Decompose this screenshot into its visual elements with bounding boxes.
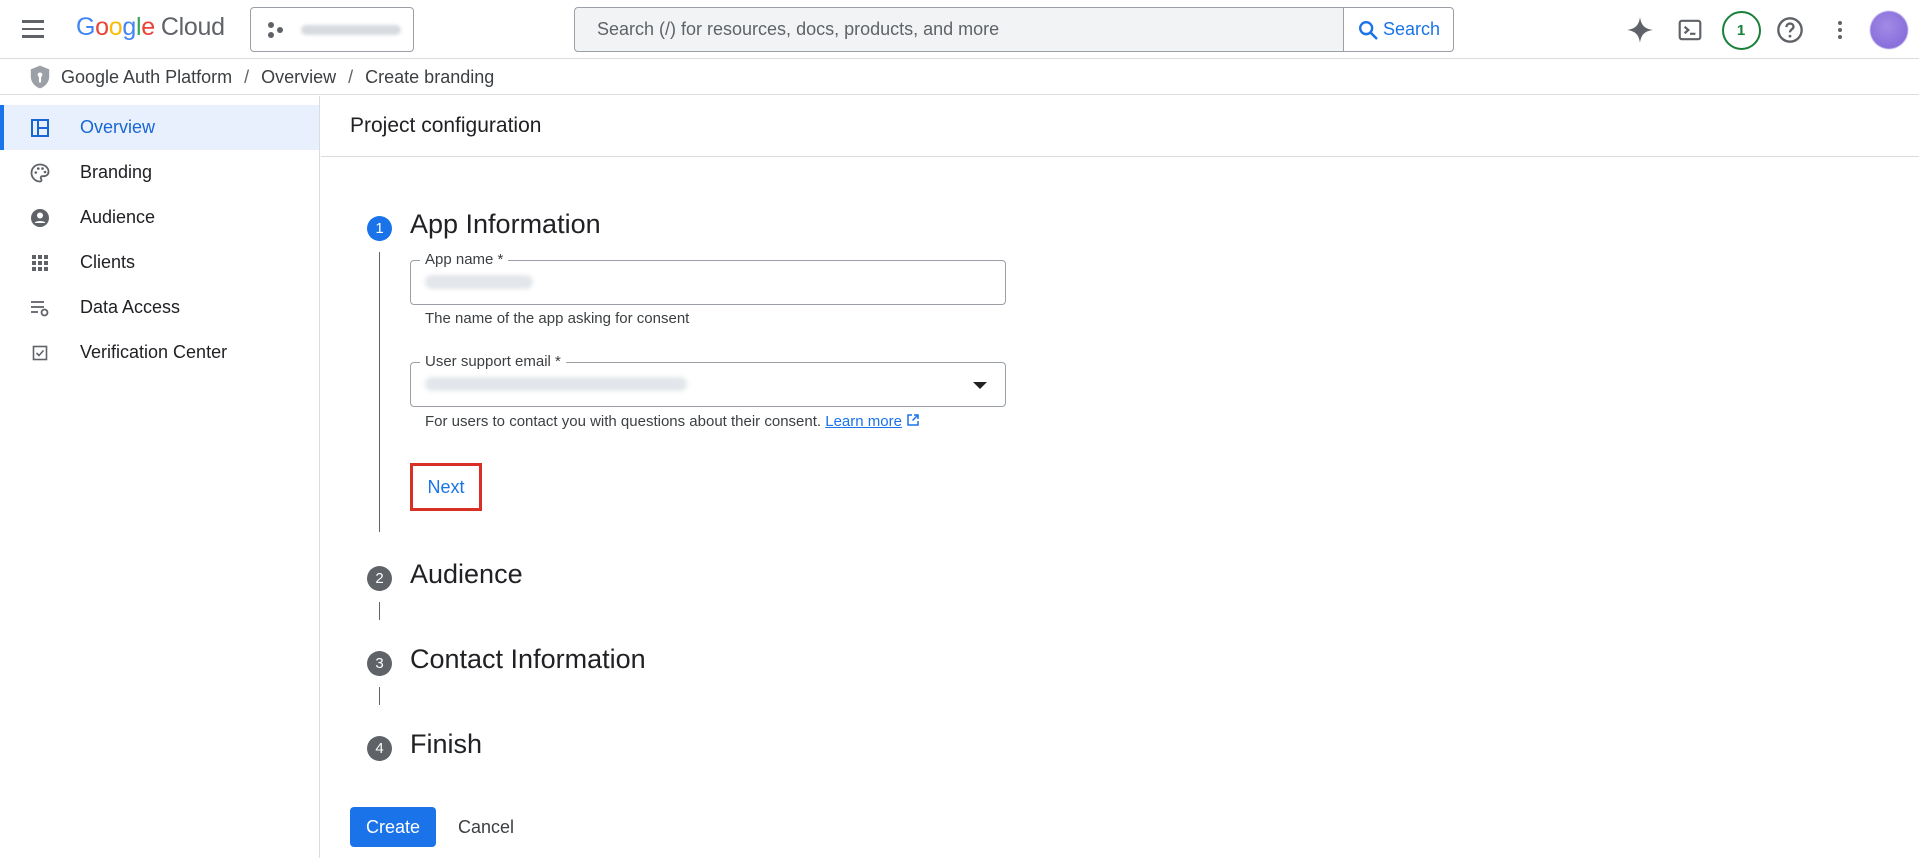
google-cloud-logo[interactable]: Google Cloud [76,13,225,42]
step-2-connector [379,602,380,620]
sidebar-item-overview[interactable]: Overview [0,105,319,150]
search-input[interactable] [575,8,1343,51]
step-4-number: 4 [367,736,392,761]
search-bar: Search [574,7,1454,52]
step-1-number: 1 [367,216,392,241]
data-access-list-icon [29,297,51,319]
project-picker-button[interactable] [250,7,414,52]
app-name-hint: The name of the app asking for consent [425,310,690,327]
external-link-icon [907,414,919,426]
apps-grid-icon [29,252,51,274]
project-dots-icon [267,21,285,39]
cloud-shell-terminal-icon[interactable] [1670,10,1710,50]
breadcrumb: Google Auth Platform / Overview / Create… [0,60,1919,95]
user-support-email-value-redacted [425,377,687,391]
learn-more-label: Learn more [825,413,902,430]
checkbox-icon [29,342,51,364]
breadcrumb-google-auth-platform[interactable]: Google Auth Platform [61,67,232,88]
notifications-badge[interactable]: 1 [1720,10,1762,50]
step-3-label[interactable]: Contact Information [410,644,646,675]
menu-icon[interactable] [20,14,50,44]
palette-icon [29,162,51,184]
breadcrumb-create-branding: Create branding [365,66,495,87]
cancel-button[interactable]: Cancel [451,807,521,847]
sidebar-item-audience[interactable]: Audience [0,195,319,240]
main-content: Project configuration 1 App Information … [321,96,1919,858]
step-3-number: 3 [367,651,392,676]
sidebar-item-label: Audience [80,207,156,227]
account-circle-icon [29,207,51,229]
sidebar-item-label: Data Access [80,297,181,317]
user-support-email-label: User support email * [420,353,566,370]
title-divider [321,156,1919,157]
step-3-connector [379,687,380,705]
avatar[interactable] [1868,10,1910,50]
security-shield-icon [30,65,50,89]
avatar-image [1870,11,1908,49]
user-support-email-hint: For users to contact you with questions … [425,413,920,430]
top-app-bar: GoogleCloud Search 1 [0,0,1919,59]
sidebar-item-branding[interactable]: Branding [0,150,319,195]
step-1-label[interactable]: App Information [410,209,601,240]
sidebar-item-label: Overview [80,117,156,137]
search-icon [1358,20,1378,40]
sidebar-item-verification-center[interactable]: Verification Center [0,330,319,375]
sidebar-item-label: Clients [80,252,136,272]
sidebar-item-data-access[interactable]: Data Access [0,285,319,330]
step-1-connector [379,252,380,532]
more-vert-icon[interactable] [1820,10,1860,50]
gemini-sparkle-icon[interactable] [1620,10,1660,50]
breadcrumb-separator: / [244,66,250,87]
project-name-redacted [301,24,401,35]
next-button[interactable]: Next [410,463,482,511]
app-name-value-redacted [425,275,533,289]
sidebar-item-label: Verification Center [80,342,228,362]
step-2-number: 2 [367,566,392,591]
step-2-label[interactable]: Audience [410,559,523,590]
search-button[interactable]: Search [1343,8,1453,51]
app-name-label: App name * [420,251,509,268]
learn-more-link[interactable]: Learn more [825,413,902,430]
user-support-email-hint-text: For users to contact you with questions … [425,413,822,430]
create-button[interactable]: Create [350,807,436,847]
chevron-down-icon[interactable] [973,382,987,389]
overview-dashboard-icon [29,117,51,139]
breadcrumb-overview[interactable]: Overview [261,67,336,88]
step-4-label[interactable]: Finish [410,729,482,760]
sidebar-item-label: Branding [80,162,153,182]
breadcrumb-separator: / [348,66,354,87]
search-button-label: Search [1382,19,1441,39]
sidebar-item-clients[interactable]: Clients [0,240,319,285]
help-icon[interactable] [1770,10,1810,50]
sidebar-nav: Overview Branding Audience Clients Data … [0,96,320,858]
user-support-email-select[interactable]: User support email * [410,353,1006,407]
page-title: Project configuration [350,114,542,137]
app-name-field[interactable]: App name * [410,251,1006,305]
